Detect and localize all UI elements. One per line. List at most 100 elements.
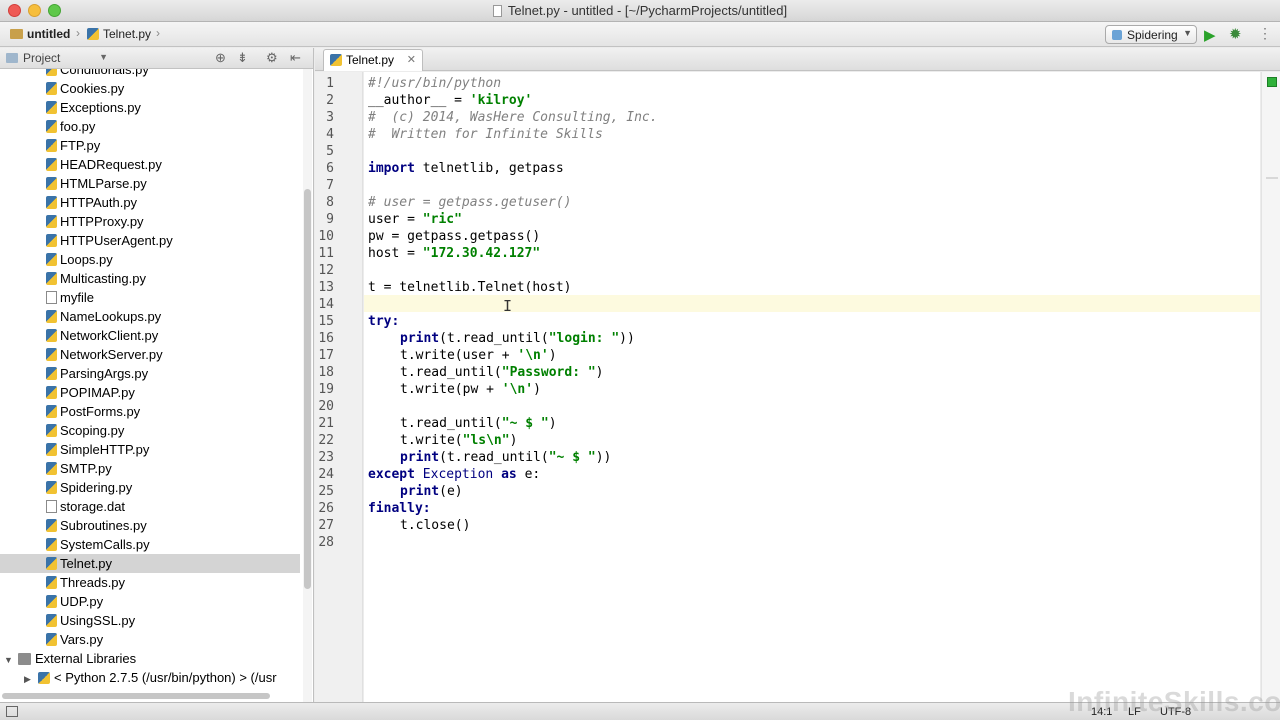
code-line: # (c) 2014, WasHere Consulting, Inc. xyxy=(368,109,658,126)
tool-windows-icon[interactable] xyxy=(6,706,18,717)
inspection-ok-icon[interactable] xyxy=(1267,77,1277,87)
file-item[interactable]: Spidering.py xyxy=(0,478,300,497)
file-item[interactable]: myfile xyxy=(0,288,300,307)
line-number: 20 xyxy=(318,399,334,414)
code-line: # Written for Infinite Skills xyxy=(368,126,603,143)
file-item[interactable]: Vars.py xyxy=(0,630,300,649)
breadcrumb-project[interactable]: untitled xyxy=(10,27,70,41)
line-number: 28 xyxy=(318,535,334,550)
file-item[interactable]: ParsingArgs.py xyxy=(0,364,300,383)
line-number: 12 xyxy=(318,263,334,278)
scrollbar-thumb[interactable] xyxy=(2,693,270,699)
file-item[interactable]: Conditionals.py xyxy=(0,69,300,79)
file-item[interactable]: Loops.py xyxy=(0,250,300,269)
file-item[interactable]: HTTPProxy.py xyxy=(0,212,300,231)
line-number: 7 xyxy=(326,178,334,193)
python-file-icon xyxy=(46,633,57,646)
file-name: HTMLParse.py xyxy=(60,176,147,191)
project-horizontal-scrollbar[interactable] xyxy=(0,691,302,701)
file-item-selected[interactable]: Telnet.py xyxy=(0,554,300,573)
stripe-mark[interactable] xyxy=(1266,177,1278,179)
python-file-icon xyxy=(46,177,57,190)
file-item[interactable]: NetworkClient.py xyxy=(0,326,300,345)
python-file-icon xyxy=(46,69,57,76)
python-file-icon xyxy=(46,348,57,361)
file-item[interactable]: NetworkServer.py xyxy=(0,345,300,364)
code-text: ) xyxy=(509,433,518,448)
file-item[interactable]: Exceptions.py xyxy=(0,98,300,117)
file-name: HTTPProxy.py xyxy=(60,214,144,229)
tab-telnet-py[interactable]: Telnet.py ✕ xyxy=(323,49,423,71)
project-tool-window: Project ▼ ⊕ ⇟ ⚙ ⇤ Conditionals.py Cookie… xyxy=(0,48,314,702)
scrollbar-thumb[interactable] xyxy=(304,189,311,589)
file-item[interactable]: UDP.py xyxy=(0,592,300,611)
file-name: FTP.py xyxy=(60,138,101,153)
code-line: t.read_until("~ $ ") xyxy=(400,415,557,432)
project-panel-header: Project ▼ ⊕ ⇟ ⚙ ⇤ xyxy=(0,48,313,69)
file-item[interactable]: SimpleHTTP.py xyxy=(0,440,300,459)
file-item[interactable]: HTMLParse.py xyxy=(0,174,300,193)
file-item[interactable]: Cookies.py xyxy=(0,79,300,98)
gear-icon[interactable]: ⚙ xyxy=(266,50,278,66)
file-name: PostForms.py xyxy=(60,404,141,419)
file-item[interactable]: Scoping.py xyxy=(0,421,300,440)
hide-panel-icon[interactable]: ⇤ xyxy=(290,50,301,66)
file-item[interactable]: NameLookups.py xyxy=(0,307,300,326)
python-file-icon xyxy=(46,253,57,266)
file-name: foo.py xyxy=(60,119,96,134)
python-file-icon xyxy=(46,481,57,494)
locate-target-icon[interactable]: ⊕ xyxy=(215,50,226,66)
navigation-bar: untitled › Telnet.py › Spidering ▼ ▶ ✹ ⋮ xyxy=(0,22,1280,47)
python-file-icon xyxy=(46,557,57,570)
file-name: POPIMAP.py xyxy=(60,385,135,400)
file-item[interactable]: foo.py xyxy=(0,117,300,136)
project-view-select[interactable]: Project ▼ xyxy=(6,51,110,67)
file-item[interactable]: Threads.py xyxy=(0,573,300,592)
python-file-icon xyxy=(330,54,342,66)
python-file-icon xyxy=(46,443,57,456)
file-item[interactable]: Multicasting.py xyxy=(0,269,300,288)
error-stripe[interactable] xyxy=(1261,72,1280,702)
file-item[interactable]: POPIMAP.py xyxy=(0,383,300,402)
file-name: NetworkServer.py xyxy=(60,347,163,362)
python-config-icon xyxy=(1112,30,1122,40)
line-number: 10 xyxy=(318,229,334,244)
code-line: try: xyxy=(368,313,399,330)
python-file-icon xyxy=(46,576,57,589)
python-file-icon xyxy=(46,82,57,95)
external-libraries-node[interactable]: ▼ External Libraries xyxy=(0,649,300,668)
file-item[interactable]: HTTPAuth.py xyxy=(0,193,300,212)
close-icon[interactable]: ✕ xyxy=(407,50,416,70)
file-item[interactable]: PostForms.py xyxy=(0,402,300,421)
code-text: host = xyxy=(368,246,423,261)
string-literal: "~ $ " xyxy=(501,416,549,431)
file-item[interactable]: HEADRequest.py xyxy=(0,155,300,174)
file-name: NameLookups.py xyxy=(60,309,162,324)
project-vertical-scrollbar[interactable] xyxy=(303,69,312,702)
code-text: __author__ = xyxy=(368,93,470,108)
comment: # Written for Infinite Skills xyxy=(368,127,603,142)
file-item[interactable]: storage.dat xyxy=(0,497,300,516)
debug-bug-icon[interactable]: ✹ xyxy=(1229,25,1242,43)
run-icon[interactable]: ▶ xyxy=(1204,26,1216,44)
line-number: 11 xyxy=(318,246,334,261)
python-file-icon xyxy=(46,595,57,608)
file-name: SMTP.py xyxy=(60,461,112,476)
file-item[interactable]: SystemCalls.py xyxy=(0,535,300,554)
code-editor[interactable]: #!/usr/bin/python __author__ = 'kilroy' … xyxy=(364,72,1260,702)
code-line: user = "ric" xyxy=(368,211,462,228)
file-item[interactable]: FTP.py xyxy=(0,136,300,155)
string-literal: "ric" xyxy=(422,212,462,227)
file-item[interactable]: SMTP.py xyxy=(0,459,300,478)
file-item[interactable]: Subroutines.py xyxy=(0,516,300,535)
breadcrumb-file[interactable]: Telnet.py xyxy=(87,27,151,41)
file-item[interactable]: UsingSSL.py xyxy=(0,611,300,630)
more-icon[interactable]: ⋮ xyxy=(1258,25,1272,42)
python-sdk-node[interactable]: ▶ < Python 2.7.5 (/usr/bin/python) > (/us… xyxy=(0,668,300,687)
file-item[interactable]: HTTPUserAgent.py xyxy=(0,231,300,250)
code-text: t.write(user + xyxy=(400,348,518,363)
file-icon xyxy=(492,5,502,17)
run-configuration-select[interactable]: Spidering ▼ xyxy=(1105,25,1197,44)
collapse-all-icon[interactable]: ⇟ xyxy=(237,50,248,66)
python-file-icon xyxy=(46,386,57,399)
